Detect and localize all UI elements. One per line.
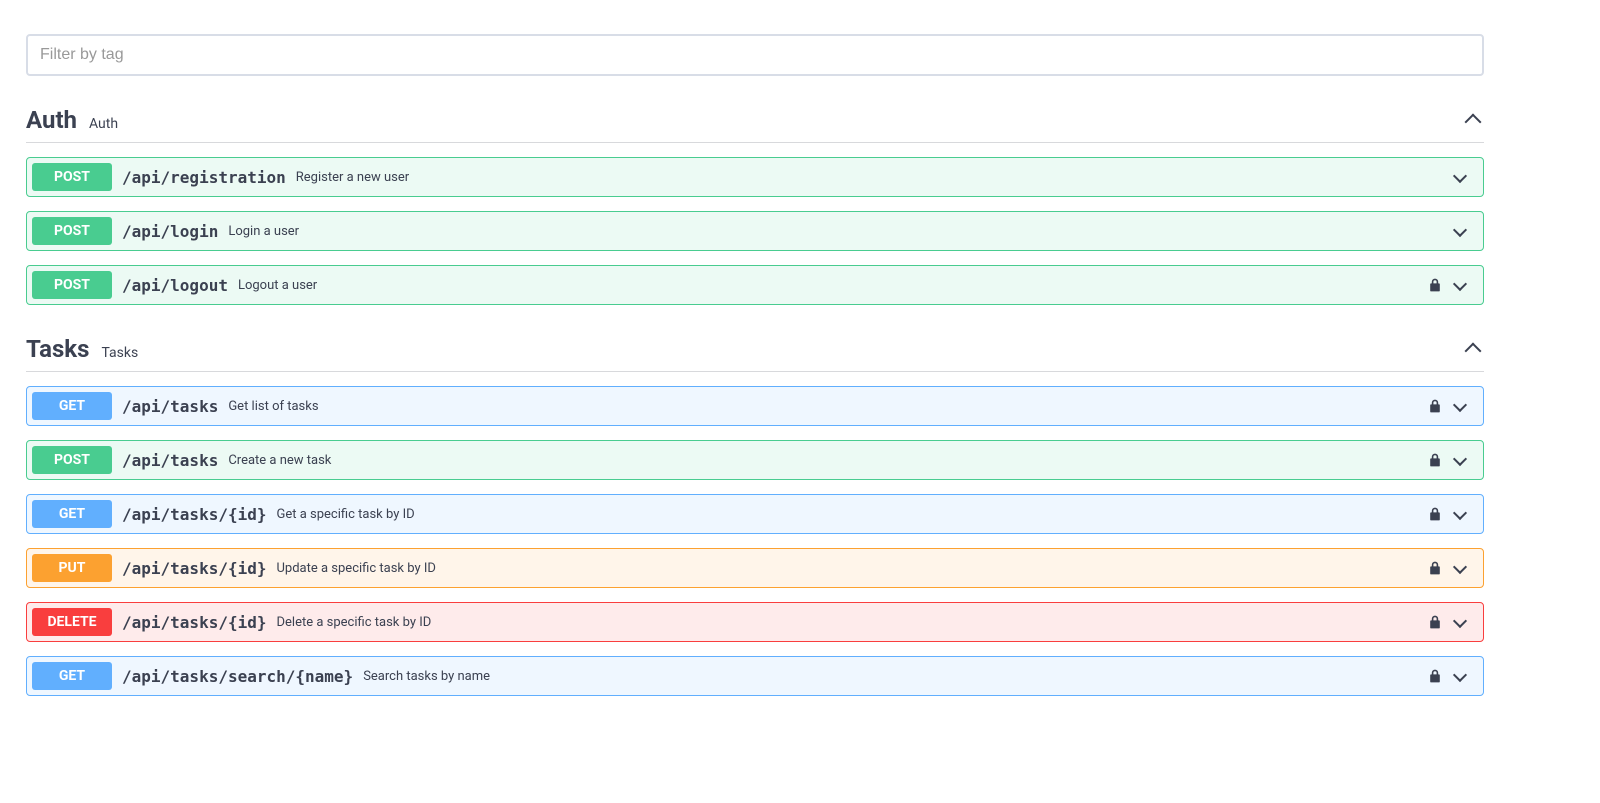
chevron-down-icon[interactable] <box>1453 223 1469 239</box>
lock-icon[interactable] <box>1427 506 1443 522</box>
operation-row[interactable]: POST /api/login Login a user <box>26 211 1484 251</box>
operation-row[interactable]: POST /api/tasks Create a new task <box>26 440 1484 480</box>
section-title: Tasks <box>26 335 89 363</box>
operation-description: Get a specific task by ID <box>277 507 415 522</box>
chevron-down-icon[interactable] <box>1453 560 1469 576</box>
operation-path: /api/tasks <box>122 451 218 470</box>
method-badge: GET <box>32 500 112 528</box>
section-description: Tasks <box>101 345 138 361</box>
section-header-tasks[interactable]: Tasks Tasks <box>26 335 1484 372</box>
method-badge: POST <box>32 446 112 474</box>
operation-description: Delete a specific task by ID <box>277 615 432 630</box>
operation-path: /api/tasks/{id} <box>122 559 267 578</box>
method-badge: POST <box>32 163 112 191</box>
chevron-down-icon[interactable] <box>1453 506 1469 522</box>
method-badge: GET <box>32 662 112 690</box>
operation-row[interactable]: GET /api/tasks/search/{name} Search task… <box>26 656 1484 696</box>
operation-path: /api/tasks <box>122 397 218 416</box>
method-badge: POST <box>32 217 112 245</box>
operation-row[interactable]: POST /api/logout Logout a user <box>26 265 1484 305</box>
operation-row[interactable]: GET /api/tasks Get list of tasks <box>26 386 1484 426</box>
chevron-down-icon[interactable] <box>1453 169 1469 185</box>
operation-path: /api/tasks/search/{name} <box>122 667 353 686</box>
section-auth: Auth Auth POST /api/registration Registe… <box>26 106 1484 305</box>
operation-path: /api/tasks/{id} <box>122 613 267 632</box>
operation-description: Search tasks by name <box>363 669 490 684</box>
chevron-down-icon[interactable] <box>1453 452 1469 468</box>
chevron-up-icon[interactable] <box>1464 110 1484 130</box>
chevron-down-icon[interactable] <box>1453 668 1469 684</box>
operation-row[interactable]: POST /api/registration Register a new us… <box>26 157 1484 197</box>
lock-icon[interactable] <box>1427 452 1443 468</box>
method-badge: PUT <box>32 554 112 582</box>
lock-icon[interactable] <box>1427 398 1443 414</box>
chevron-up-icon[interactable] <box>1464 339 1484 359</box>
lock-icon[interactable] <box>1427 668 1443 684</box>
filter-by-tag-input[interactable] <box>26 34 1484 76</box>
operation-description: Logout a user <box>238 278 317 293</box>
operation-description: Update a specific task by ID <box>277 561 436 576</box>
operation-row[interactable]: GET /api/tasks/{id} Get a specific task … <box>26 494 1484 534</box>
lock-icon[interactable] <box>1427 277 1443 293</box>
chevron-down-icon[interactable] <box>1453 398 1469 414</box>
method-badge: GET <box>32 392 112 420</box>
operation-path: /api/login <box>122 222 218 241</box>
operation-description: Create a new task <box>228 453 331 468</box>
lock-icon[interactable] <box>1427 614 1443 630</box>
operation-path: /api/logout <box>122 276 228 295</box>
operation-path: /api/tasks/{id} <box>122 505 267 524</box>
chevron-down-icon[interactable] <box>1453 614 1469 630</box>
chevron-down-icon[interactable] <box>1453 277 1469 293</box>
operation-description: Login a user <box>228 224 299 239</box>
operation-description: Get list of tasks <box>228 399 318 414</box>
method-badge: DELETE <box>32 608 112 636</box>
operation-path: /api/registration <box>122 168 286 187</box>
section-title: Auth <box>26 106 77 134</box>
operation-description: Register a new user <box>296 170 409 185</box>
operation-row[interactable]: DELETE /api/tasks/{id} Delete a specific… <box>26 602 1484 642</box>
method-badge: POST <box>32 271 112 299</box>
lock-icon[interactable] <box>1427 560 1443 576</box>
section-header-auth[interactable]: Auth Auth <box>26 106 1484 143</box>
section-tasks: Tasks Tasks GET /api/tasks Get list of t… <box>26 335 1484 696</box>
section-description: Auth <box>89 116 118 132</box>
operation-row[interactable]: PUT /api/tasks/{id} Update a specific ta… <box>26 548 1484 588</box>
